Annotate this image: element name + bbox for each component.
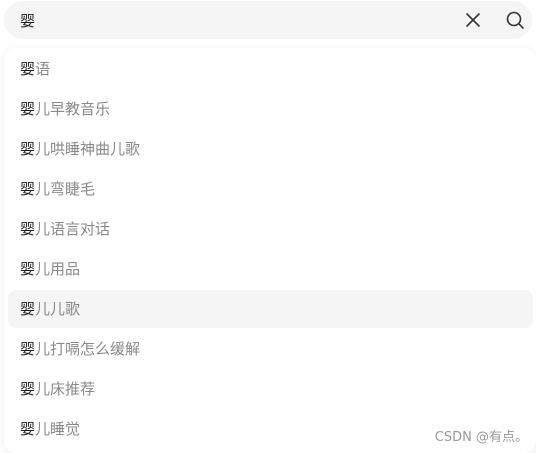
suggestion-item[interactable]: 婴儿早教音乐 (8, 90, 533, 128)
suggestion-item[interactable]: 婴儿哄睡神曲儿歌 (8, 130, 533, 168)
suggestion-match-text: 婴 (20, 340, 36, 358)
suggestion-match-text: 婴 (20, 300, 36, 318)
suggestion-completion-text: 儿语言对话 (35, 220, 111, 238)
suggestion-match-text: 婴 (20, 100, 36, 118)
suggestion-completion-text: 儿用品 (35, 260, 81, 278)
suggestion-completion-text: 儿哄睡神曲儿歌 (35, 140, 141, 158)
suggestion-completion-text: 儿早教音乐 (35, 100, 111, 118)
suggestion-match-text: 婴 (20, 260, 36, 278)
suggestion-completion-text: 儿睡觉 (35, 420, 81, 438)
suggestion-match-text: 婴 (20, 220, 36, 238)
suggestion-item[interactable]: 婴儿打嗝怎么缓解 (8, 330, 533, 368)
suggestion-match-text: 婴 (20, 180, 36, 198)
suggestion-item[interactable]: 婴儿儿歌 (8, 290, 533, 328)
suggestion-completion-text: 语 (35, 60, 51, 78)
close-icon[interactable] (464, 11, 482, 29)
suggestion-completion-text: 儿床推荐 (35, 380, 96, 398)
suggestion-item[interactable]: 婴儿用品 (8, 250, 533, 288)
search-icon[interactable] (505, 10, 525, 30)
search-bar (4, 1, 532, 39)
suggestion-dropdown: 婴语 婴儿早教音乐 婴儿哄睡神曲儿歌 婴儿弯睫毛 婴儿语言对话 婴儿用品 婴儿儿歌 婴儿打嗝怎… (4, 48, 536, 453)
suggestion-completion-text: 儿儿歌 (35, 300, 81, 318)
search-input[interactable] (20, 9, 440, 31)
suggestion-item[interactable]: 婴儿语言对话 (8, 210, 533, 248)
watermark: CSDN @有点。 (434, 430, 528, 445)
suggestion-completion-text: 儿打嗝怎么缓解 (35, 340, 141, 358)
suggestion-match-text: 婴 (20, 140, 36, 158)
suggestion-match-text: 婴 (20, 420, 36, 438)
suggestion-item[interactable]: 婴语 (8, 50, 533, 88)
suggestion-completion-text: 儿弯睫毛 (35, 180, 96, 198)
suggestion-item[interactable]: 婴儿床推荐 (8, 370, 533, 408)
suggestion-item[interactable]: 婴儿弯睫毛 (8, 170, 533, 208)
suggestion-match-text: 婴 (20, 60, 36, 78)
suggestion-match-text: 婴 (20, 380, 36, 398)
